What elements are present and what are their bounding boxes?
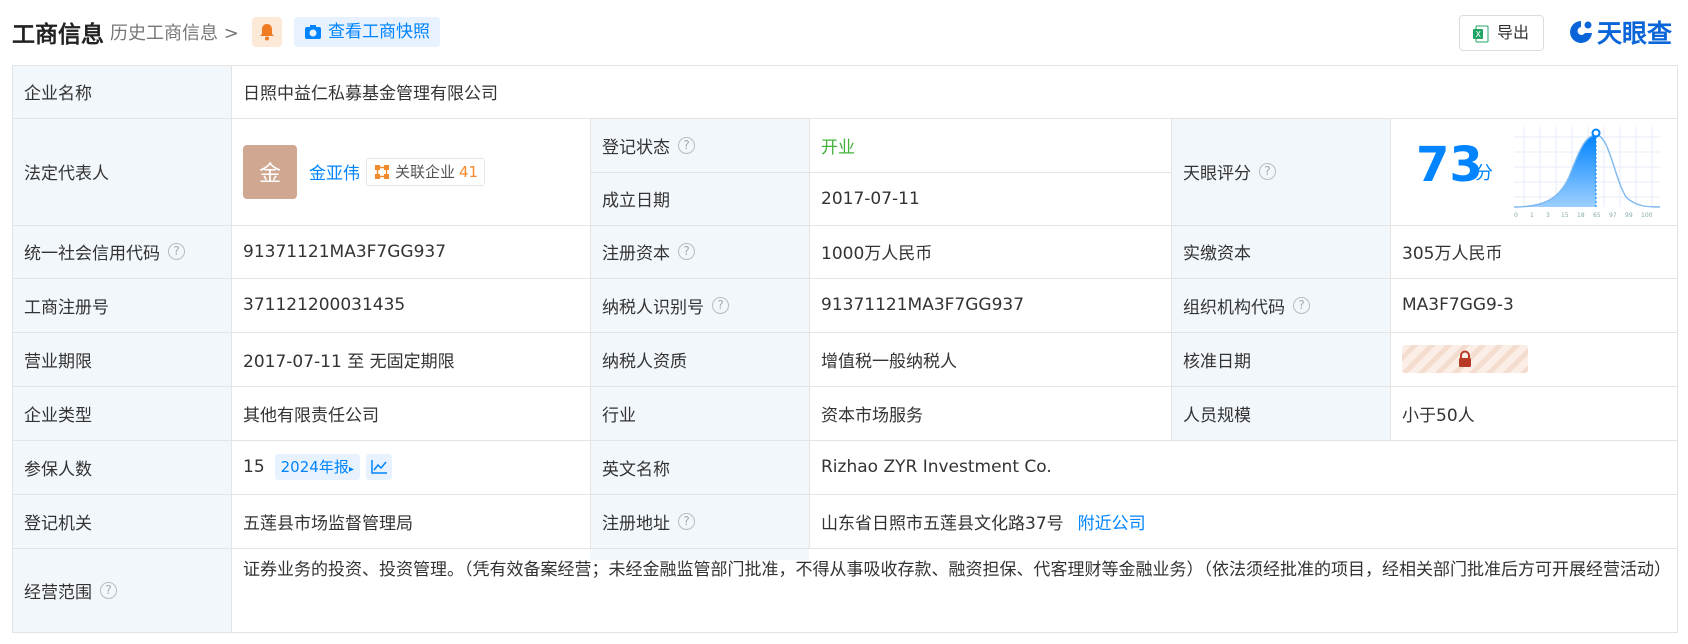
- paid-capital-value: 305万人民币: [1402, 244, 1503, 264]
- authority-value: 五莲县市场监督管理局: [243, 513, 413, 534]
- lock-icon: [1459, 350, 1471, 367]
- score-axis-tick: 65: [1593, 212, 1601, 219]
- score-axis-tick: 15: [1561, 212, 1569, 219]
- related-companies-tag[interactable]: 关联企业 41: [366, 157, 486, 186]
- reg-capital-label: 注册资本: [602, 244, 670, 264]
- score-axis-tick: 18: [1577, 212, 1585, 219]
- reg-capital-value: 1000万人民币: [821, 244, 933, 264]
- insured-label: 参保人数: [24, 459, 92, 480]
- english-name-label: 英文名称: [602, 459, 670, 480]
- paid-capital-label: 实缴资本: [1183, 244, 1251, 264]
- scope-value: 证券业务的投资、投资管理。（凭有效备案经营；未经金融监管部门批准，不得从事吸收存…: [243, 560, 1671, 580]
- address-cell: 山东省日照市五莲县文化路37号 附近公司: [809, 494, 1677, 548]
- related-count: 41: [459, 162, 479, 181]
- term-value: 2017-07-11 至 无固定期限: [243, 351, 455, 372]
- score-axis-tick: 3: [1546, 212, 1550, 219]
- authority-label: 登记机关: [24, 513, 92, 534]
- org-code-value: MA3F7GG9-3: [1402, 295, 1514, 315]
- scope-label: 经营范围: [24, 582, 92, 603]
- founded-value: 2017-07-11: [821, 188, 920, 209]
- score-axis-tick: 100: [1641, 212, 1653, 219]
- score-axis-tick: 99: [1625, 212, 1633, 219]
- reg-status-label: 登记状态: [602, 137, 670, 158]
- address-label-cell: 注册地址?: [590, 494, 809, 548]
- legal-rep-cell: 金 金亚伟 关联企业 41: [231, 118, 590, 225]
- reg-number-value: 371121200031435: [243, 295, 406, 315]
- network-icon: [375, 164, 389, 179]
- company-type-label: 企业类型: [24, 405, 92, 426]
- trend-button[interactable]: [365, 454, 392, 480]
- locked-content[interactable]: [1402, 345, 1528, 373]
- annual-report-label: 2024年报: [280, 458, 349, 476]
- annual-report-tag[interactable]: 2024年报▸: [274, 454, 360, 480]
- reg-status-value: 开业: [821, 137, 855, 158]
- taxpayer-type-label: 纳税人资质: [602, 351, 687, 372]
- avatar[interactable]: 金: [243, 144, 297, 199]
- score-unit: 分: [1475, 163, 1493, 184]
- help-icon[interactable]: ?: [678, 512, 695, 530]
- org-code-label-cell: 组织机构代码?: [1171, 278, 1390, 332]
- industry-label: 行业: [602, 405, 636, 426]
- staff-size-label: 人员规模: [1183, 405, 1251, 426]
- help-icon[interactable]: ?: [712, 296, 729, 314]
- credit-code-value: 91371121MA3F7GG937: [243, 241, 447, 262]
- score-value: 73: [1416, 137, 1483, 193]
- nearby-companies-link[interactable]: 附近公司: [1078, 509, 1146, 534]
- reg-capital-label-cell: 注册资本?: [590, 225, 809, 278]
- approval-date-cell: [1390, 332, 1677, 386]
- taxpayer-type-value: 增值税一般纳税人: [821, 351, 957, 372]
- company-name-label: 企业名称: [24, 84, 92, 104]
- reg-number-label: 工商注册号: [24, 297, 109, 318]
- legal-rep-name[interactable]: 金亚伟: [309, 159, 360, 184]
- line-chart-icon: [371, 460, 387, 474]
- help-icon[interactable]: ?: [678, 243, 695, 260]
- score-axis-tick: 0: [1514, 212, 1518, 219]
- company-type-value: 其他有限责任公司: [243, 405, 379, 426]
- staff-size-value: 小于50人: [1402, 405, 1475, 426]
- approval-date-label: 核准日期: [1183, 351, 1251, 372]
- credit-code-label-cell: 统一社会信用代码?: [12, 225, 231, 278]
- business-info-table: 企业名称 日照中益仁私募基金管理有限公司 法定代表人 金 金亚伟 关联企业 41 …: [0, 0, 1688, 644]
- taxpayer-id-label: 纳税人识别号: [602, 297, 704, 318]
- credit-code-label: 统一社会信用代码: [24, 244, 160, 264]
- address-label: 注册地址: [602, 513, 670, 534]
- help-icon[interactable]: ?: [1293, 296, 1310, 314]
- caret-right-icon: ▸: [348, 464, 354, 475]
- english-name-value: Rizhao ZYR Investment Co.: [821, 457, 1052, 477]
- founded-label: 成立日期: [602, 191, 670, 211]
- taxpayer-id-value: 91371121MA3F7GG937: [821, 295, 1025, 315]
- help-icon[interactable]: ?: [1259, 163, 1276, 180]
- score-label-cell: 天眼评分?: [1171, 118, 1390, 225]
- scope-label-cell: 经营范围?: [12, 548, 231, 632]
- legal-rep-label: 法定代表人: [24, 164, 109, 184]
- term-label: 营业期限: [24, 351, 92, 372]
- address-value: 山东省日照市五莲县文化路37号: [821, 513, 1064, 534]
- help-icon[interactable]: ?: [678, 136, 695, 154]
- help-icon[interactable]: ?: [100, 581, 117, 599]
- company-name-value: 日照中益仁私募基金管理有限公司: [243, 84, 498, 104]
- related-label: 关联企业: [395, 162, 456, 181]
- score-chart-axis: 0 1 3 15 18 65 97 99 100: [1514, 212, 1653, 219]
- score-distribution-chart: 0 1 3 15 18 65 97 99 100: [1514, 127, 1660, 219]
- score-axis-tick: 1: [1530, 212, 1534, 219]
- reg-status-label-cell: 登记状态?: [590, 118, 809, 172]
- org-code-label: 组织机构代码: [1183, 297, 1285, 318]
- insured-cell: 15 2024年报▸: [231, 440, 590, 494]
- score-label: 天眼评分: [1183, 164, 1251, 184]
- score-axis-tick: 97: [1609, 212, 1617, 219]
- industry-value: 资本市场服务: [821, 405, 923, 426]
- insured-value: 15: [243, 457, 265, 477]
- taxpayer-id-label-cell: 纳税人识别号?: [590, 278, 809, 332]
- help-icon[interactable]: ?: [168, 243, 185, 260]
